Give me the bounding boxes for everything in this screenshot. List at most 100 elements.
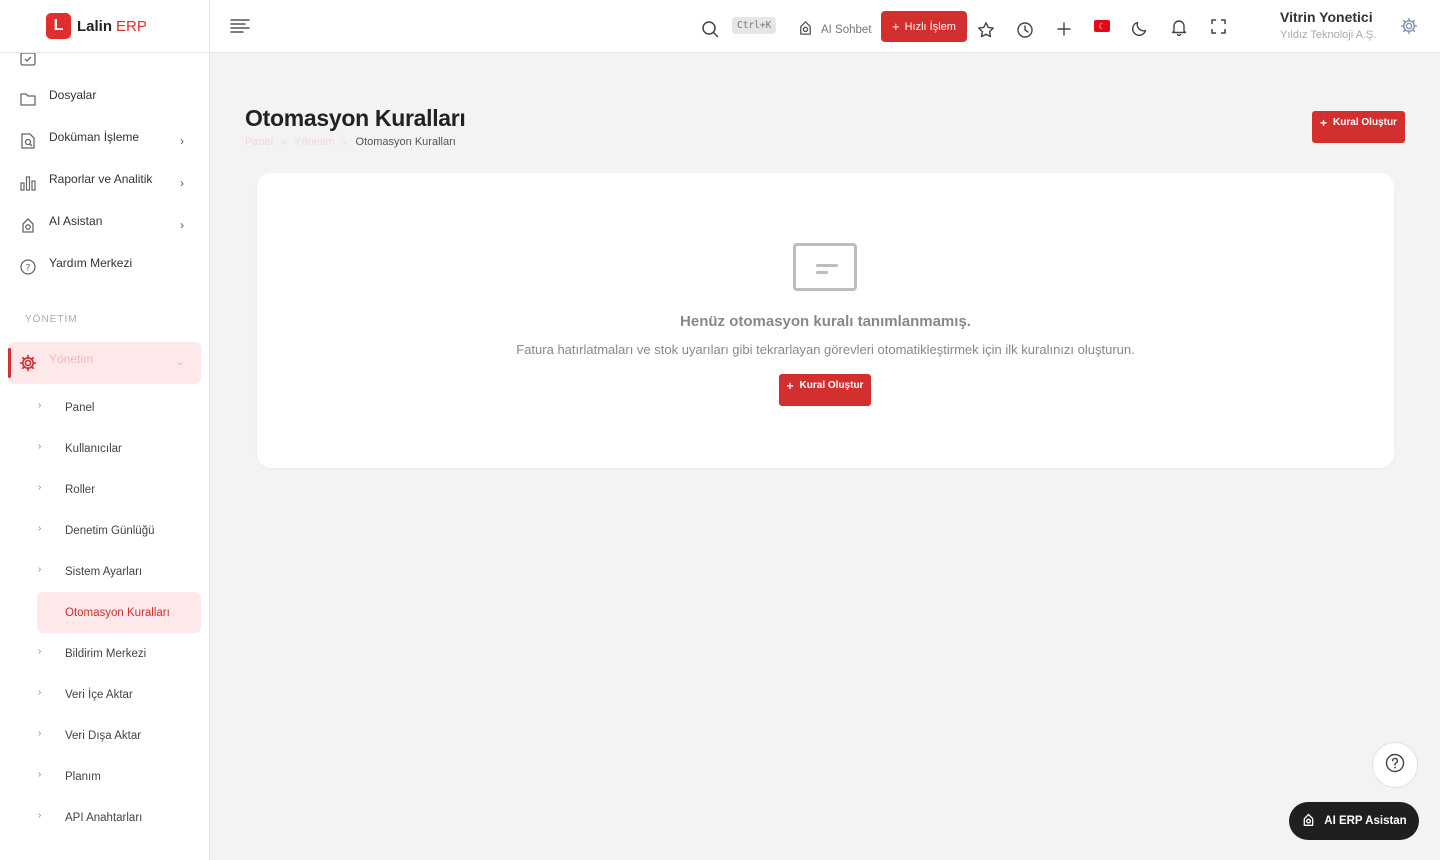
robot-icon [19,216,37,234]
quick-action-label: Hızlı İşlem [904,20,956,33]
chevron-right-icon: › [38,728,42,739]
svg-text:?: ? [26,264,31,274]
chevron-right-icon: › [38,482,42,493]
sidebar-subitem-roles[interactable]: › Roller [0,469,209,510]
sidebar-subitem-label: Panel [65,401,95,414]
star-icon[interactable] [977,21,995,39]
sidebar-subitem-system-settings[interactable]: › Sistem Ayarları [0,551,209,592]
breadcrumb-current: Otomasyon Kuralları [355,136,456,148]
chevron-right-icon: › [38,564,42,575]
sidebar-subitem-label: Veri Dışa Aktar [65,729,142,742]
user-menu[interactable]: Vitrin Yonetici Yıldız Teknoloji A.Ş. [1280,9,1376,41]
sidebar-subitem-label: Veri İçe Aktar [65,688,133,701]
sidebar-subitem-label: Otomasyon Kuralları [65,606,170,619]
chevron-right-icon: › [38,687,42,698]
sidebar-item-label: Doküman İşleme [49,130,140,144]
turkey-flag-icon[interactable]: ☾ [1094,20,1110,32]
chevron-right-icon: › [180,218,184,232]
page-title: Otomasyon Kuralları [245,105,466,131]
plus-icon: + [786,379,794,393]
sidebar-subitem-my-plan[interactable]: › Planım [0,756,209,797]
brand-name: Lalin [77,17,113,35]
sidebar-subitem-panel[interactable]: › Panel [0,387,209,428]
sidebar-item-label: Yardım Merkezi [49,256,133,270]
sidebar-item-help-center[interactable]: ? Yardım Merkezi [0,246,209,288]
create-rule-label: Kural Oluştur [799,380,864,391]
sidebar-group-label: Yönetim [49,352,94,366]
moon-icon[interactable] [1131,19,1149,37]
sidebar: Dosyalar Doküman İşleme › Raporlar ve An… [0,0,210,860]
sidebar-subitem-label: Planım [65,770,101,783]
sidebar-subitem-label: API Anahtarları [65,811,143,824]
search-icon[interactable] [701,20,719,38]
search-shortcut-badge: Ctrl+K [732,17,777,34]
chevron-right-icon: › [38,646,42,657]
breadcrumb: Panel » Yönetim » Otomasyon Kuralları [245,136,456,148]
chevron-double-right-icon: » [281,137,287,147]
empty-state-description: Fatura hatırlatmaları ve stok uyarıları … [516,342,1135,357]
chevron-right-icon: › [180,176,184,190]
sidebar-subitem-label: Kullanıcılar [65,442,122,455]
robot-icon [797,19,814,41]
chevron-double-right-icon: » [342,137,348,147]
sidebar-subitem-notification-center[interactable]: › Bildirim Merkezi [0,633,209,674]
ai-assistant-label: AI ERP Asistan [1324,815,1407,827]
folder-icon [19,90,37,108]
gear-icon [19,354,37,372]
sidebar-subitem-audit-log[interactable]: › Denetim Günlüğü [0,510,209,551]
breadcrumb-item[interactable]: Yönetim [294,136,334,148]
ai-chat-button[interactable]: AI Sohbet [797,19,872,41]
empty-state-title: Henüz otomasyon kuralı tanımlanmamış. [680,313,971,330]
logo-mark: L [46,13,71,39]
sidebar-subitem-users[interactable]: › Kullanıcılar [0,428,209,469]
sidebar-item-ai-assistant[interactable]: AI Asistan › [0,204,209,246]
sidebar-group-management[interactable]: Yönetim ⌄ [8,342,201,384]
settings-gear-icon[interactable] [1400,17,1418,35]
empty-state-card: Henüz otomasyon kuralı tanımlanmamış. Fa… [257,173,1394,468]
brand-suffix: ERP [116,17,147,35]
sidebar-subitem-label: Denetim Günlüğü [65,524,155,537]
ai-chat-label: AI Sohbet [821,24,872,36]
breadcrumb-item[interactable]: Panel [245,136,273,148]
sidebar-subitem-api-keys[interactable]: › API Anahtarları [0,797,209,838]
sidebar-item-document-processing[interactable]: Doküman İşleme › [0,120,209,162]
user-company: Yıldız Teknoloji A.Ş. [1280,29,1377,41]
bell-icon[interactable] [1171,18,1187,36]
menu-toggle-icon[interactable] [230,17,250,35]
chevron-right-icon: › [180,134,184,148]
bar-chart-icon [19,174,37,192]
logo[interactable]: L Lalin ERP [0,0,209,53]
sidebar-subitem-data-import[interactable]: › Veri İçe Aktar [0,674,209,715]
chevron-right-icon: › [38,523,42,534]
chevron-right-icon: › [38,441,42,452]
chevron-right-icon: › [38,769,42,780]
create-rule-button[interactable]: + Kural Oluştur [1312,111,1405,143]
sidebar-subitem-data-export[interactable]: › Veri Dışa Aktar [0,715,209,756]
sidebar-subitem-label: Sistem Ayarları [65,565,143,578]
empty-message-icon [793,243,857,291]
sidebar-menu: Dosyalar Doküman İşleme › Raporlar ve An… [0,40,209,838]
plus-icon: + [892,19,900,34]
add-icon[interactable] [1056,21,1072,37]
plus-icon: + [1320,116,1328,130]
ai-assistant-button[interactable]: AI ERP Asistan [1289,802,1419,840]
sidebar-subitem-automation-rules[interactable]: Otomasyon Kuralları [37,592,201,633]
empty-state-create-rule-button[interactable]: + Kural Oluştur [779,374,871,406]
sidebar-subitem-label: Bildirim Merkezi [65,647,147,660]
sidebar-subitem-label: Roller [65,483,96,496]
chevron-down-icon: ⌄ [175,356,185,368]
history-icon[interactable] [1016,21,1034,39]
sidebar-item-label: Dosyalar [49,88,97,102]
chevron-right-icon: › [38,810,42,821]
user-name: Vitrin Yonetici [1280,9,1373,25]
help-circle-icon [1385,753,1405,778]
help-button[interactable] [1372,742,1418,788]
chevron-right-icon: › [38,400,42,411]
fullscreen-icon[interactable] [1211,19,1226,34]
create-rule-label: Kural Oluştur [1333,117,1397,128]
sidebar-item-files[interactable]: Dosyalar [0,78,209,120]
help-circle-icon: ? [19,258,37,276]
sidebar-item-label: Raporlar ve Analitik [49,172,153,186]
quick-action-button[interactable]: + Hızlı İşlem [881,11,967,42]
sidebar-item-reports[interactable]: Raporlar ve Analitik › [0,162,209,204]
